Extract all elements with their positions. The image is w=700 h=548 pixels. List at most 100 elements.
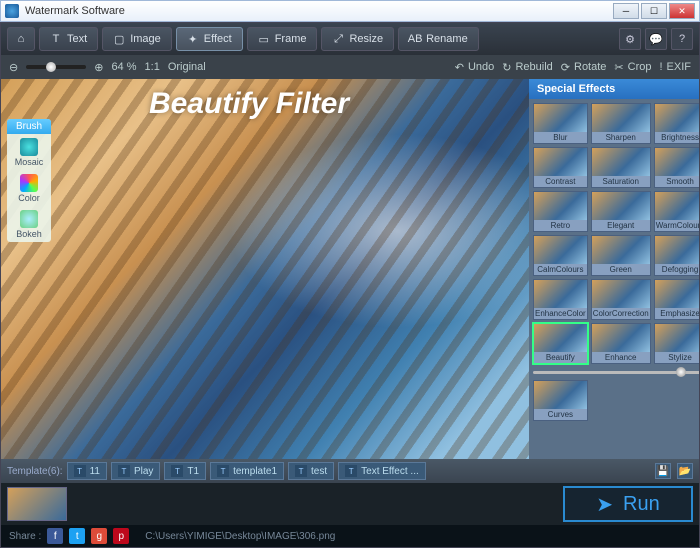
brush-panel: Brush MosaicColorBokeh <box>7 119 51 242</box>
zoom-in-icon[interactable]: ⊕ <box>94 61 103 74</box>
brush-item-bokeh[interactable]: Bokeh <box>7 206 51 242</box>
template-t-icon: T <box>217 465 229 477</box>
home-icon: ⌂ <box>15 33 27 45</box>
crop-button[interactable]: ✂Crop <box>614 61 651 74</box>
effect-thumb <box>534 381 587 409</box>
effect-stylize[interactable]: Stylize <box>654 323 699 364</box>
effect-brightness[interactable]: Brightness <box>654 103 699 144</box>
effect-label: Contrast <box>534 176 587 187</box>
effect-label: Enhance <box>592 352 650 363</box>
maximize-button[interactable]: ☐ <box>641 3 667 19</box>
template-item[interactable]: Ttemplate1 <box>210 462 284 480</box>
zoom-out-icon[interactable]: ⊖ <box>9 61 18 74</box>
save-template-icon[interactable]: 💾 <box>655 463 671 479</box>
effect-enhance[interactable]: Enhance <box>591 323 651 364</box>
effect-colorcorrection[interactable]: ColorCorrection <box>591 279 651 320</box>
effect-label: WarmColours <box>655 220 699 231</box>
rotate-icon: ⟳ <box>561 61 570 74</box>
effect-label: Defogging <box>655 264 699 275</box>
effect-thumb <box>592 280 650 308</box>
brush-item-mosaic[interactable]: Mosaic <box>7 134 51 170</box>
ratio-button[interactable]: 1:1 <box>145 61 160 73</box>
effect-thumb <box>655 236 699 264</box>
run-label: Run <box>623 493 660 516</box>
chat-icon[interactable]: 💬 <box>645 28 667 50</box>
run-button[interactable]: ➤ Run <box>563 486 693 522</box>
canvas-image[interactable] <box>1 79 529 459</box>
effect-emphasize[interactable]: Emphasize <box>654 279 699 320</box>
home-button[interactable]: ⌂ <box>7 27 35 51</box>
rename-icon: AB <box>409 33 421 45</box>
brush-item-color[interactable]: Color <box>7 170 51 206</box>
effect-blur[interactable]: Blur <box>533 103 588 144</box>
effect-thumb <box>592 324 650 352</box>
slider-thumb[interactable] <box>676 367 686 377</box>
effect-contrast[interactable]: Contrast <box>533 147 588 188</box>
effect-intensity-slider[interactable] <box>533 367 699 377</box>
original-button[interactable]: Original <box>168 61 206 73</box>
undo-button[interactable]: ↶Undo <box>455 61 495 74</box>
rename-button[interactable]: ABRename <box>398 27 479 51</box>
brush-swatch <box>20 138 38 156</box>
googleplus-icon[interactable]: g <box>91 528 107 544</box>
template-t-icon: T <box>118 465 130 477</box>
template-item[interactable]: TT1 <box>164 462 206 480</box>
template-label: Template(6): <box>7 466 63 477</box>
effect-curves[interactable]: Curves <box>533 380 588 421</box>
rotate-button[interactable]: ⟳Rotate <box>561 61 607 74</box>
exif-icon: ! <box>659 61 662 73</box>
effect-button[interactable]: ✦Effect <box>176 27 243 51</box>
effect-beautify[interactable]: Beautify <box>533 323 588 364</box>
effect-green[interactable]: Green <box>591 235 651 276</box>
effect-thumb <box>655 280 699 308</box>
image-button[interactable]: ▢Image <box>102 27 172 51</box>
exif-button[interactable]: !EXIF <box>659 61 691 73</box>
effect-calmcolours[interactable]: CalmColours <box>533 235 588 276</box>
template-item[interactable]: Ttest <box>288 462 334 480</box>
effect-retro[interactable]: Retro <box>533 191 588 232</box>
effect-warmcolours[interactable]: WarmColours <box>654 191 699 232</box>
effect-sharpen[interactable]: Sharpen <box>591 103 651 144</box>
rebuild-button[interactable]: ↻Rebuild <box>502 61 553 74</box>
frame-button[interactable]: ▭Frame <box>247 27 318 51</box>
effect-smooth[interactable]: Smooth <box>654 147 699 188</box>
minimize-button[interactable]: ─ <box>613 3 639 19</box>
effect-elegant[interactable]: Elegant <box>591 191 651 232</box>
template-t-icon: T <box>345 465 357 477</box>
effects-header: Special Effects <box>529 79 699 99</box>
template-item[interactable]: TText Effect ... <box>338 462 426 480</box>
effect-thumb <box>592 192 650 220</box>
template-label: Play <box>134 466 153 477</box>
close-button[interactable]: ✕ <box>669 3 695 19</box>
effect-label: Retro <box>534 220 587 231</box>
effect-label: Green <box>592 264 650 275</box>
effect-label: Beautify <box>534 352 587 363</box>
image-label: Image <box>130 33 161 45</box>
text-button[interactable]: TText <box>39 27 98 51</box>
template-item[interactable]: T Play <box>111 462 160 480</box>
crop-label: Crop <box>628 61 652 73</box>
resize-button[interactable]: ⤢Resize <box>321 27 394 51</box>
template-item[interactable]: T11 <box>67 462 107 480</box>
effect-defogging[interactable]: Defogging <box>654 235 699 276</box>
effect-thumb <box>592 236 650 264</box>
effect-thumb <box>534 192 587 220</box>
window-title: Watermark Software <box>25 5 613 17</box>
effect-label: Blur <box>534 132 587 143</box>
settings-icon[interactable]: ⚙ <box>619 28 641 50</box>
pinterest-icon[interactable]: p <box>113 528 129 544</box>
load-template-icon[interactable]: 📂 <box>677 463 693 479</box>
zoom-slider[interactable] <box>26 65 86 69</box>
effect-label: Emphasize <box>655 308 699 319</box>
effect-enhancecolor[interactable]: EnhanceColor <box>533 279 588 320</box>
undo-icon: ↶ <box>455 61 464 74</box>
help-icon[interactable]: ? <box>671 28 693 50</box>
template-label: test <box>311 466 327 477</box>
facebook-icon[interactable]: f <box>47 528 63 544</box>
twitter-icon[interactable]: t <box>69 528 85 544</box>
zoom-thumb[interactable] <box>46 62 56 72</box>
effect-saturation[interactable]: Saturation <box>591 147 651 188</box>
zoom-value: 64 % <box>111 61 136 73</box>
frame-label: Frame <box>275 33 307 45</box>
thumbnail-image[interactable] <box>7 487 67 521</box>
